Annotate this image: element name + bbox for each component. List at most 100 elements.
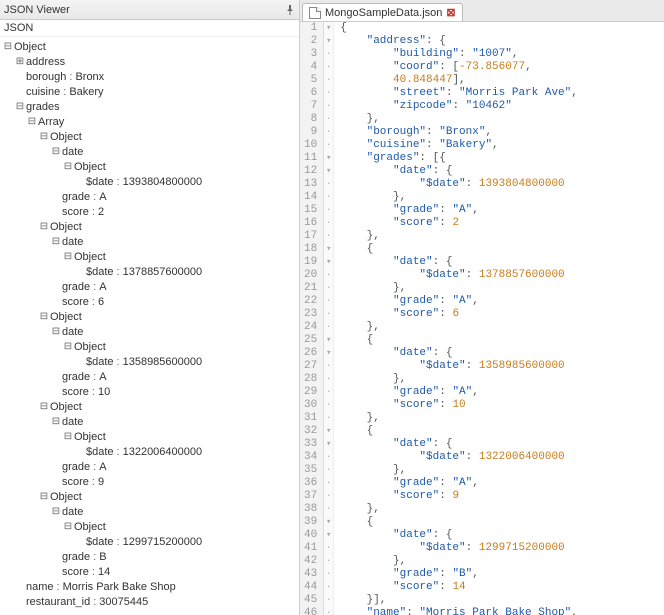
code-line[interactable]: }, bbox=[340, 412, 664, 425]
fold-toggle-icon[interactable]: ▾ bbox=[324, 438, 333, 451]
tree-row[interactable]: ⊟Object bbox=[2, 159, 299, 174]
tree-row[interactable]: score:2 bbox=[2, 204, 299, 219]
tree-row[interactable]: ⊟Object bbox=[2, 249, 299, 264]
code-line[interactable]: "date": { bbox=[340, 165, 664, 178]
tree-row[interactable]: ⊟Object bbox=[2, 399, 299, 414]
code-line[interactable]: }, bbox=[340, 464, 664, 477]
expand-icon[interactable]: ⊞ bbox=[14, 56, 26, 67]
collapse-icon[interactable]: ⊟ bbox=[50, 236, 62, 247]
tree-row[interactable]: $date:1393804800000 bbox=[2, 174, 299, 189]
json-tree[interactable]: ⊟Object⊞addressborough:Bronxcuisine:Bake… bbox=[0, 37, 299, 615]
tree-row[interactable]: name:Morris Park Bake Shop bbox=[2, 579, 299, 594]
collapse-icon[interactable]: ⊟ bbox=[50, 146, 62, 157]
tree-row[interactable]: ⊟Object bbox=[2, 219, 299, 234]
fold-toggle-icon[interactable]: ▾ bbox=[324, 22, 333, 35]
fold-toggle-icon[interactable]: ▾ bbox=[324, 256, 333, 269]
code-line[interactable]: "date": { bbox=[340, 347, 664, 360]
collapse-icon[interactable]: ⊟ bbox=[62, 431, 74, 442]
fold-toggle-icon[interactable]: ▾ bbox=[324, 334, 333, 347]
collapse-icon[interactable]: ⊟ bbox=[14, 101, 26, 112]
code-line[interactable]: "grade": "A", bbox=[340, 477, 664, 490]
fold-toggle-icon[interactable]: ▾ bbox=[324, 516, 333, 529]
code-line[interactable]: 40.848447], bbox=[340, 74, 664, 87]
tree-row[interactable]: ⊟Object bbox=[2, 519, 299, 534]
tree-row[interactable]: borough:Bronx bbox=[2, 69, 299, 84]
collapse-icon[interactable]: ⊟ bbox=[62, 521, 74, 532]
collapse-icon[interactable]: ⊟ bbox=[62, 341, 74, 352]
tree-row[interactable]: ⊟Object bbox=[2, 39, 299, 54]
tree-row[interactable]: $date:1322006400000 bbox=[2, 444, 299, 459]
code-line[interactable]: { bbox=[340, 22, 664, 35]
code-line[interactable]: "grade": "A", bbox=[340, 386, 664, 399]
tree-row[interactable]: grade:A bbox=[2, 459, 299, 474]
code-line[interactable]: "$date": 1322006400000 bbox=[340, 451, 664, 464]
fold-toggle-icon[interactable]: ▾ bbox=[324, 165, 333, 178]
code-line[interactable]: { bbox=[340, 425, 664, 438]
code-line[interactable]: }, bbox=[340, 230, 664, 243]
code-line[interactable]: "building": "1007", bbox=[340, 48, 664, 61]
code-line[interactable]: }, bbox=[340, 373, 664, 386]
tree-row[interactable]: ⊟Object bbox=[2, 129, 299, 144]
collapse-icon[interactable]: ⊟ bbox=[50, 326, 62, 337]
code-line[interactable]: }, bbox=[340, 503, 664, 516]
code-line[interactable]: { bbox=[340, 516, 664, 529]
code-line[interactable]: { bbox=[340, 334, 664, 347]
code-line[interactable]: "grade": "A", bbox=[340, 295, 664, 308]
code-line[interactable]: "grades": [{ bbox=[340, 152, 664, 165]
collapse-icon[interactable]: ⊟ bbox=[50, 416, 62, 427]
code-line[interactable]: "score": 2 bbox=[340, 217, 664, 230]
close-icon[interactable]: ⊠ bbox=[446, 6, 455, 19]
code-line[interactable]: "date": { bbox=[340, 256, 664, 269]
collapse-icon[interactable]: ⊟ bbox=[38, 311, 50, 322]
code-line[interactable]: "$date": 1378857600000 bbox=[340, 269, 664, 282]
code-line[interactable]: "zipcode": "10462" bbox=[340, 100, 664, 113]
tree-row[interactable]: $date:1378857600000 bbox=[2, 264, 299, 279]
tree-row[interactable]: $date:1358985600000 bbox=[2, 354, 299, 369]
collapse-icon[interactable]: ⊟ bbox=[38, 131, 50, 142]
tree-row[interactable]: score:10 bbox=[2, 384, 299, 399]
tab-mongosampledata[interactable]: MongoSampleData.json ⊠ bbox=[302, 3, 463, 21]
code-line[interactable]: "$date": 1358985600000 bbox=[340, 360, 664, 373]
tree-row[interactable]: ⊟Array bbox=[2, 114, 299, 129]
tree-row[interactable]: score:6 bbox=[2, 294, 299, 309]
fold-toggle-icon[interactable]: ▾ bbox=[324, 529, 333, 542]
collapse-icon[interactable]: ⊟ bbox=[62, 161, 74, 172]
code-line[interactable]: "$date": 1393804800000 bbox=[340, 178, 664, 191]
pin-icon[interactable] bbox=[285, 5, 295, 15]
collapse-icon[interactable]: ⊟ bbox=[38, 401, 50, 412]
fold-toggle-icon[interactable]: ▾ bbox=[324, 35, 333, 48]
code-line[interactable]: "score": 10 bbox=[340, 399, 664, 412]
code-editor[interactable]: 1234567891011121314151617181920212223242… bbox=[300, 22, 664, 615]
code-line[interactable]: }, bbox=[340, 282, 664, 295]
fold-toggle-icon[interactable]: ▾ bbox=[324, 152, 333, 165]
code-line[interactable]: }, bbox=[340, 555, 664, 568]
tree-row[interactable]: grade:B bbox=[2, 549, 299, 564]
tree-row[interactable]: ⊟date bbox=[2, 324, 299, 339]
code-line[interactable]: "date": { bbox=[340, 529, 664, 542]
code-line[interactable]: "$date": 1299715200000 bbox=[340, 542, 664, 555]
tree-row[interactable]: ⊟Object bbox=[2, 339, 299, 354]
code-line[interactable]: "date": { bbox=[340, 438, 664, 451]
code-line[interactable]: }, bbox=[340, 113, 664, 126]
tree-row[interactable]: grade:A bbox=[2, 189, 299, 204]
tree-row[interactable]: restaurant_id:30075445 bbox=[2, 594, 299, 609]
code-line[interactable]: }], bbox=[340, 594, 664, 607]
tree-row[interactable]: ⊟Object bbox=[2, 309, 299, 324]
tree-row[interactable]: $date:1299715200000 bbox=[2, 534, 299, 549]
tree-row[interactable]: ⊟date bbox=[2, 234, 299, 249]
fold-toggle-icon[interactable]: ▾ bbox=[324, 347, 333, 360]
collapse-icon[interactable]: ⊟ bbox=[38, 221, 50, 232]
tree-row[interactable]: ⊟Object bbox=[2, 429, 299, 444]
collapse-icon[interactable]: ⊟ bbox=[50, 506, 62, 517]
tree-row[interactable]: score:14 bbox=[2, 564, 299, 579]
code-line[interactable]: { bbox=[340, 243, 664, 256]
collapse-icon[interactable]: ⊟ bbox=[62, 251, 74, 262]
fold-toggle-icon[interactable]: ▾ bbox=[324, 243, 333, 256]
collapse-icon[interactable]: ⊟ bbox=[2, 41, 14, 52]
code-line[interactable]: "score": 9 bbox=[340, 490, 664, 503]
tree-row[interactable]: ⊟Object bbox=[2, 489, 299, 504]
code-line[interactable]: "cuisine": "Bakery", bbox=[340, 139, 664, 152]
code-line[interactable]: "score": 6 bbox=[340, 308, 664, 321]
code-line[interactable]: }, bbox=[340, 191, 664, 204]
code-line[interactable]: "name": "Morris Park Bake Shop", bbox=[340, 607, 664, 615]
